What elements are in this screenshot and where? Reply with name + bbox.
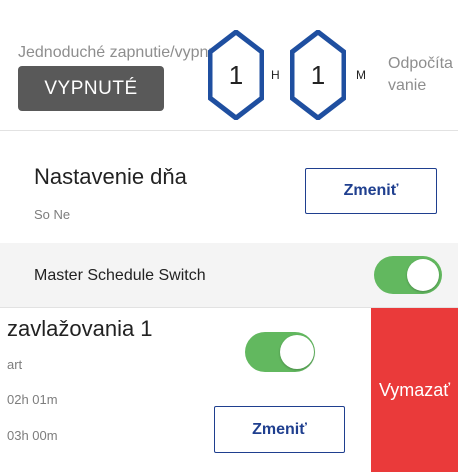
countdown-label: Odpočíta vanie <box>388 53 458 97</box>
day-edit-button[interactable]: Zmeniť <box>305 168 437 214</box>
master-schedule-label: Master Schedule Switch <box>34 267 206 284</box>
schedule-item-toggle[interactable] <box>245 332 315 372</box>
schedule-item-start: art <box>7 357 23 372</box>
schedule-item-title: zavlažovania 1 <box>7 316 153 341</box>
simple-onoff-label: Jednoduché zapnutie/vypnutie <box>18 44 235 61</box>
hours-unit: H <box>271 68 280 82</box>
delete-button[interactable]: Vymazať <box>371 308 458 472</box>
selected-days: So Ne <box>34 207 71 222</box>
hours-picker[interactable]: 1 <box>207 28 265 122</box>
master-schedule-row: Master Schedule Switch <box>0 243 458 308</box>
schedule-item-time-2: 03h 00m <box>7 428 58 443</box>
day-setting-title: Nastavenie dňa <box>34 164 187 189</box>
off-button[interactable]: VYPNUTÉ <box>18 66 164 111</box>
schedule-item-time-1: 02h 01m <box>7 392 58 407</box>
quick-control-panel: Jednoduché zapnutie/vypnutie VYPNUTÉ 1 H… <box>0 0 458 131</box>
toggle-knob <box>280 335 314 369</box>
minutes-value: 1 <box>310 59 326 90</box>
minutes-picker[interactable]: 1 <box>289 28 347 122</box>
countdown-label-line1: Odpočíta <box>388 55 453 72</box>
schedule-item[interactable]: zavlažovania 1 art 02h 01m 03h 00m Zmeni… <box>0 308 458 472</box>
countdown-label-line2: vanie <box>388 77 427 94</box>
schedule-item-edit-button[interactable]: Zmeniť <box>214 406 345 453</box>
toggle-knob <box>407 259 439 291</box>
hours-value: 1 <box>228 59 244 90</box>
day-setting-section: Nastavenie dňa So Ne Zmeniť <box>0 131 458 243</box>
master-schedule-toggle[interactable] <box>374 256 442 294</box>
minutes-unit: M <box>356 68 366 82</box>
